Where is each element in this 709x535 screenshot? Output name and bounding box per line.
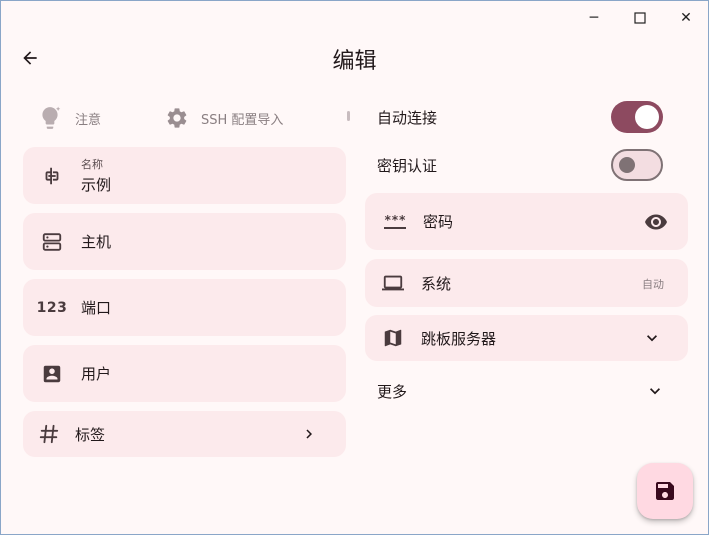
name-field-label: 名称 (81, 158, 103, 171)
host-field[interactable]: 主机 (23, 213, 346, 270)
switch-knob (635, 105, 659, 129)
auto-connect-row: 自动连接 (377, 100, 667, 134)
map-icon (365, 327, 421, 349)
svg-text:***: *** (384, 213, 406, 227)
hash-icon (23, 423, 75, 445)
save-button[interactable] (637, 463, 693, 519)
key-auth-switch[interactable] (611, 149, 663, 181)
app-window: ─ ✕ 编辑 注意 SSH 配置导入 名称 示例 主机 123 端口 用户 标签… (0, 0, 709, 535)
name-field-value: 示例 (81, 176, 112, 194)
label-icon (23, 165, 81, 187)
switch-knob (619, 157, 635, 173)
tool-row-overflow-edge (347, 111, 350, 121)
jump-server-label: 跳板服务器 (421, 329, 497, 348)
gear-icon (167, 108, 187, 128)
lightbulb-icon (42, 106, 61, 129)
ssh-config-import-button[interactable]: SSH 配置导入 (165, 104, 283, 132)
name-field[interactable]: 名称 示例 (23, 147, 346, 204)
chevron-down-icon (650, 388, 660, 395)
save-icon (656, 482, 674, 500)
auto-connect-label: 自动连接 (377, 108, 438, 127)
account-box-icon (23, 363, 81, 385)
key-auth-row: 密钥认证 (377, 148, 667, 182)
host-field-label: 主机 (81, 233, 112, 251)
port-field-label: 端口 (81, 299, 112, 317)
auto-connect-switch[interactable] (611, 101, 663, 133)
tags-field-label: 标签 (75, 425, 106, 444)
more-expander[interactable]: 更多 (377, 375, 667, 407)
user-field[interactable]: 用户 (23, 345, 346, 402)
laptop-icon (365, 272, 421, 294)
note-button[interactable]: 注意 (37, 104, 101, 132)
window-minimize-button[interactable]: ─ (571, 5, 617, 31)
numeric-icon: 123 (36, 299, 68, 316)
key-auth-label: 密钥认证 (377, 156, 438, 175)
system-field[interactable]: 系统 自动 (365, 259, 688, 307)
jump-server-field[interactable]: 跳板服务器 (365, 315, 688, 361)
system-field-value: 自动 (642, 278, 664, 291)
password-field[interactable]: *** 密码 (365, 193, 688, 250)
more-label: 更多 (377, 382, 408, 401)
user-field-label: 用户 (81, 365, 112, 383)
page-title: 编辑 (332, 49, 377, 74)
ssh-config-import-label: SSH 配置导入 (201, 112, 284, 128)
port-field[interactable]: 123 端口 (23, 279, 346, 336)
window-close-button[interactable]: ✕ (663, 5, 709, 31)
server-icon (23, 231, 81, 253)
eye-icon[interactable] (644, 210, 668, 234)
chevron-down-icon (647, 335, 657, 342)
system-field-label: 系统 (421, 274, 452, 293)
chevron-right-icon (306, 429, 312, 439)
password-field-label: 密码 (423, 213, 454, 231)
note-label: 注意 (75, 112, 102, 128)
tags-field[interactable]: 标签 (23, 411, 346, 457)
window-maximize-button[interactable] (617, 5, 663, 31)
maximize-icon (634, 12, 646, 24)
password-icon: *** (365, 213, 425, 231)
